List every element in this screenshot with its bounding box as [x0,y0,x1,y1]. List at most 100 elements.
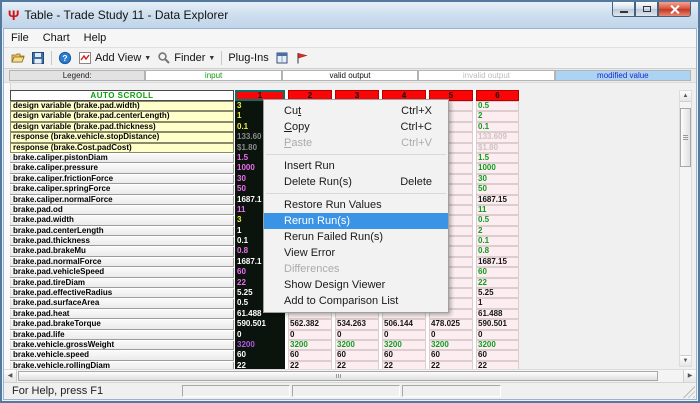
table-cell[interactable]: 30 [476,174,519,184]
table-cell[interactable]: 11 [476,205,519,215]
table-cell[interactable]: 0.1 [476,122,519,132]
row-label[interactable]: brake.vehicle.speed [10,350,234,360]
row-label[interactable]: design variable (brake.pad.width) [10,101,234,111]
row-label[interactable]: brake.pad.normalForce [10,257,234,267]
row-label[interactable]: brake.caliper.normalForce [10,195,234,205]
scroll-up-icon[interactable]: ▲ [680,91,691,102]
finder-button[interactable]: Finder ▼ [154,50,218,66]
table-cell[interactable]: 50 [476,184,519,194]
table-cell[interactable]: 60 [335,350,379,360]
row-label[interactable]: brake.pad.brakeMu [10,246,234,256]
table-cell[interactable]: 590.501 [476,319,519,329]
row-label[interactable]: brake.pad.brakeTorque [10,319,234,329]
table-cell[interactable]: 1 [476,298,519,308]
table-cell[interactable]: 60 [288,350,332,360]
table-cell[interactable]: 1000 [476,163,519,173]
row-label[interactable]: brake.pad.vehicleSpeed [10,267,234,277]
table-cell[interactable]: 22 [429,361,473,369]
row-label[interactable]: brake.pad.tireDiam [10,278,234,288]
table-cell[interactable]: 506.144 [382,319,426,329]
row-label[interactable]: brake.pad.life [10,330,234,340]
context-menu-item-restore-run-values[interactable]: Restore Run Values [264,197,448,213]
table-cell[interactable]: 1.5 [476,153,519,163]
table-cell[interactable]: 3200 [235,340,285,350]
table-cell[interactable]: 0.1 [476,236,519,246]
column-header-6[interactable]: 6 [476,90,519,101]
row-label[interactable]: brake.pad.surfaceArea [10,298,234,308]
auto-scroll-button[interactable]: AUTO SCROLL [10,90,234,101]
scroll-left-icon[interactable]: ◀ [4,370,17,382]
context-menu-item-delete-run-s[interactable]: Delete Run(s)Delete [264,174,448,190]
open-button[interactable] [8,50,28,66]
row-label[interactable]: brake.pad.od [10,205,234,215]
table-cell[interactable]: 0 [235,330,285,340]
table-cell[interactable]: 2 [476,111,519,121]
table-cell[interactable]: 0 [429,330,473,340]
horizontal-scrollbar-thumb[interactable] [18,371,658,381]
table-cell[interactable]: 3200 [382,340,426,350]
table-cell[interactable]: 3200 [288,340,332,350]
table-cell[interactable]: 0.5 [476,215,519,225]
table-cell[interactable]: 22 [476,361,519,369]
context-menu-item-rerun-run-s[interactable]: Rerun Run(s) [264,213,448,229]
table-cell[interactable]: 3200 [335,340,379,350]
row-label[interactable]: brake.vehicle.rollingDiam [10,361,234,369]
table-cell[interactable]: 3200 [476,340,519,350]
row-label[interactable]: brake.caliper.pressure [10,163,234,173]
table-cell[interactable]: 60 [235,350,285,360]
context-menu-item-insert-run[interactable]: Insert Run [264,158,448,174]
table-cell[interactable]: 2 [476,226,519,236]
table-cell[interactable]: 534.263 [335,319,379,329]
table-cell[interactable]: 0 [288,330,332,340]
table-cell[interactable]: 60 [382,350,426,360]
minimize-button[interactable] [612,2,635,17]
context-menu-item-add-to-comparison-list[interactable]: Add to Comparison List [264,293,448,309]
table-cell[interactable]: 60 [476,350,519,360]
table-cell[interactable]: 60 [476,267,519,277]
context-menu-item-copy[interactable]: CopyCtrl+C [264,119,448,135]
row-label[interactable]: brake.pad.heat [10,309,234,319]
table-cell[interactable]: 0 [335,330,379,340]
row-label[interactable]: brake.caliper.pistonDiam [10,153,234,163]
plugins-window-button[interactable] [272,50,292,66]
row-label[interactable]: response (brake.Cost.padCost) [10,143,234,153]
row-label[interactable]: brake.vehicle.grossWeight [10,340,234,350]
table-cell[interactable]: 1687.15 [476,257,519,267]
table-cell[interactable]: $1.80 [476,143,519,153]
menu-help[interactable]: Help [77,30,114,46]
row-label[interactable]: brake.pad.width [10,215,234,225]
table-cell[interactable]: 22 [335,361,379,369]
resize-grip[interactable] [683,386,695,398]
table-cell[interactable]: 22 [235,361,285,369]
context-menu-item-show-design-viewer[interactable]: Show Design Viewer [264,277,448,293]
table-cell[interactable]: 0.8 [476,246,519,256]
maximize-button[interactable] [635,2,658,17]
row-label[interactable]: brake.pad.thickness [10,236,234,246]
close-button[interactable] [658,2,691,17]
vertical-scrollbar[interactable]: ▲ ▼ [679,90,692,367]
row-label[interactable]: design variable (brake.pad.thickness) [10,122,234,132]
plugins-button[interactable]: Plug-Ins [225,51,271,65]
scroll-right-icon[interactable]: ▶ [683,370,696,382]
table-cell[interactable]: 5.25 [476,288,519,298]
table-cell[interactable]: 0 [476,330,519,340]
scroll-down-icon[interactable]: ▼ [680,355,691,366]
menu-file[interactable]: File [4,30,36,46]
row-label[interactable]: design variable (brake.pad.centerLength) [10,111,234,121]
row-label[interactable]: brake.caliper.frictionForce [10,174,234,184]
menu-chart[interactable]: Chart [36,30,77,46]
horizontal-scrollbar[interactable]: ◀ ▶ [4,369,696,382]
table-cell[interactable]: 0.5 [476,101,519,111]
save-button[interactable] [28,50,48,66]
flag-button[interactable] [292,50,312,66]
help-button[interactable]: ? [55,50,75,66]
row-label[interactable]: brake.caliper.springForce [10,184,234,194]
add-view-button[interactable]: Add View ▼ [75,50,154,66]
row-label[interactable]: brake.pad.centerLength [10,226,234,236]
vertical-scrollbar-thumb[interactable] [680,108,691,167]
table-cell[interactable]: 590.501 [235,319,285,329]
row-label[interactable]: brake.pad.effectiveRadius [10,288,234,298]
context-menu-item-cut[interactable]: CutCtrl+X [264,103,448,119]
table-cell[interactable]: 0 [382,330,426,340]
table-cell[interactable]: 22 [382,361,426,369]
